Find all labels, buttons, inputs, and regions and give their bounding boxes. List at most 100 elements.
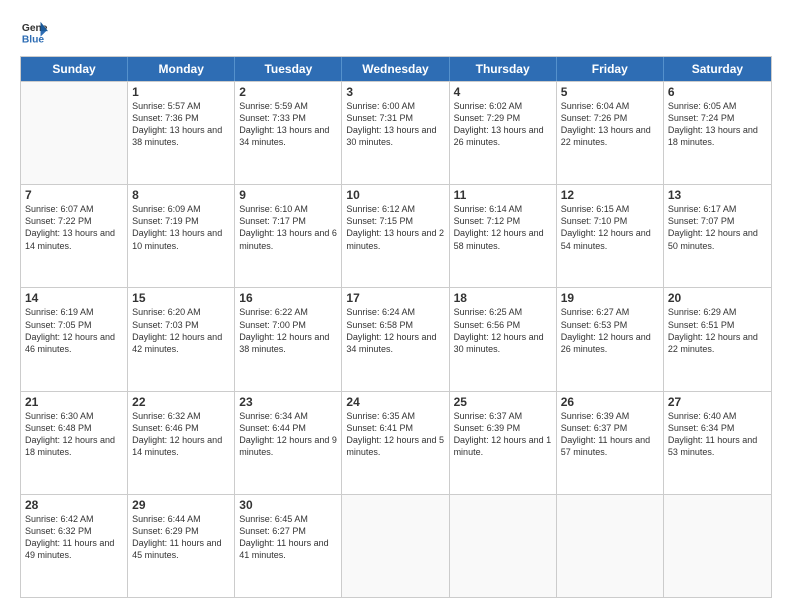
day-cell-27: 27Sunrise: 6:40 AMSunset: 6:34 PMDayligh… (664, 392, 771, 494)
calendar-body: 1Sunrise: 5:57 AMSunset: 7:36 PMDaylight… (21, 81, 771, 597)
cell-info: Sunrise: 6:20 AMSunset: 7:03 PMDaylight:… (132, 306, 230, 355)
cell-info: Sunrise: 6:14 AMSunset: 7:12 PMDaylight:… (454, 203, 552, 252)
day-cell-25: 25Sunrise: 6:37 AMSunset: 6:39 PMDayligh… (450, 392, 557, 494)
day-number: 28 (25, 498, 123, 512)
cell-info: Sunrise: 6:40 AMSunset: 6:34 PMDaylight:… (668, 410, 767, 459)
cell-info: Sunrise: 5:59 AMSunset: 7:33 PMDaylight:… (239, 100, 337, 149)
day-cell-30: 30Sunrise: 6:45 AMSunset: 6:27 PMDayligh… (235, 495, 342, 597)
cell-info: Sunrise: 6:19 AMSunset: 7:05 PMDaylight:… (25, 306, 123, 355)
day-number: 21 (25, 395, 123, 409)
day-cell-11: 11Sunrise: 6:14 AMSunset: 7:12 PMDayligh… (450, 185, 557, 287)
calendar-row-2: 14Sunrise: 6:19 AMSunset: 7:05 PMDayligh… (21, 287, 771, 390)
day-cell-9: 9Sunrise: 6:10 AMSunset: 7:17 PMDaylight… (235, 185, 342, 287)
weekday-header-wednesday: Wednesday (342, 57, 449, 81)
cell-info: Sunrise: 6:42 AMSunset: 6:32 PMDaylight:… (25, 513, 123, 562)
day-number: 15 (132, 291, 230, 305)
day-cell-4: 4Sunrise: 6:02 AMSunset: 7:29 PMDaylight… (450, 82, 557, 184)
day-cell-17: 17Sunrise: 6:24 AMSunset: 6:58 PMDayligh… (342, 288, 449, 390)
weekday-header-tuesday: Tuesday (235, 57, 342, 81)
day-number: 29 (132, 498, 230, 512)
day-number: 10 (346, 188, 444, 202)
calendar-row-0: 1Sunrise: 5:57 AMSunset: 7:36 PMDaylight… (21, 81, 771, 184)
cell-info: Sunrise: 6:45 AMSunset: 6:27 PMDaylight:… (239, 513, 337, 562)
weekday-header-sunday: Sunday (21, 57, 128, 81)
day-cell-12: 12Sunrise: 6:15 AMSunset: 7:10 PMDayligh… (557, 185, 664, 287)
day-number: 24 (346, 395, 444, 409)
day-number: 12 (561, 188, 659, 202)
empty-cell (21, 82, 128, 184)
weekday-header-thursday: Thursday (450, 57, 557, 81)
cell-info: Sunrise: 6:44 AMSunset: 6:29 PMDaylight:… (132, 513, 230, 562)
day-number: 5 (561, 85, 659, 99)
day-cell-24: 24Sunrise: 6:35 AMSunset: 6:41 PMDayligh… (342, 392, 449, 494)
cell-info: Sunrise: 6:39 AMSunset: 6:37 PMDaylight:… (561, 410, 659, 459)
day-number: 9 (239, 188, 337, 202)
cell-info: Sunrise: 6:34 AMSunset: 6:44 PMDaylight:… (239, 410, 337, 459)
cell-info: Sunrise: 6:27 AMSunset: 6:53 PMDaylight:… (561, 306, 659, 355)
empty-cell (342, 495, 449, 597)
day-number: 27 (668, 395, 767, 409)
day-cell-6: 6Sunrise: 6:05 AMSunset: 7:24 PMDaylight… (664, 82, 771, 184)
cell-info: Sunrise: 5:57 AMSunset: 7:36 PMDaylight:… (132, 100, 230, 149)
cell-info: Sunrise: 6:24 AMSunset: 6:58 PMDaylight:… (346, 306, 444, 355)
cell-info: Sunrise: 6:04 AMSunset: 7:26 PMDaylight:… (561, 100, 659, 149)
day-cell-20: 20Sunrise: 6:29 AMSunset: 6:51 PMDayligh… (664, 288, 771, 390)
day-number: 30 (239, 498, 337, 512)
day-cell-28: 28Sunrise: 6:42 AMSunset: 6:32 PMDayligh… (21, 495, 128, 597)
day-number: 22 (132, 395, 230, 409)
day-cell-13: 13Sunrise: 6:17 AMSunset: 7:07 PMDayligh… (664, 185, 771, 287)
day-number: 26 (561, 395, 659, 409)
day-cell-15: 15Sunrise: 6:20 AMSunset: 7:03 PMDayligh… (128, 288, 235, 390)
cell-info: Sunrise: 6:07 AMSunset: 7:22 PMDaylight:… (25, 203, 123, 252)
cell-info: Sunrise: 6:05 AMSunset: 7:24 PMDaylight:… (668, 100, 767, 149)
weekday-header-saturday: Saturday (664, 57, 771, 81)
logo-icon: General Blue (20, 18, 48, 46)
cell-info: Sunrise: 6:09 AMSunset: 7:19 PMDaylight:… (132, 203, 230, 252)
day-number: 7 (25, 188, 123, 202)
calendar: SundayMondayTuesdayWednesdayThursdayFrid… (20, 56, 772, 598)
cell-info: Sunrise: 6:30 AMSunset: 6:48 PMDaylight:… (25, 410, 123, 459)
cell-info: Sunrise: 6:25 AMSunset: 6:56 PMDaylight:… (454, 306, 552, 355)
day-number: 11 (454, 188, 552, 202)
empty-cell (450, 495, 557, 597)
calendar-row-1: 7Sunrise: 6:07 AMSunset: 7:22 PMDaylight… (21, 184, 771, 287)
cell-info: Sunrise: 6:35 AMSunset: 6:41 PMDaylight:… (346, 410, 444, 459)
day-number: 19 (561, 291, 659, 305)
weekday-header-monday: Monday (128, 57, 235, 81)
day-number: 16 (239, 291, 337, 305)
logo: General Blue (20, 18, 52, 46)
day-number: 14 (25, 291, 123, 305)
day-number: 25 (454, 395, 552, 409)
day-cell-7: 7Sunrise: 6:07 AMSunset: 7:22 PMDaylight… (21, 185, 128, 287)
cell-info: Sunrise: 6:02 AMSunset: 7:29 PMDaylight:… (454, 100, 552, 149)
day-number: 17 (346, 291, 444, 305)
day-cell-5: 5Sunrise: 6:04 AMSunset: 7:26 PMDaylight… (557, 82, 664, 184)
day-cell-10: 10Sunrise: 6:12 AMSunset: 7:15 PMDayligh… (342, 185, 449, 287)
weekday-header-friday: Friday (557, 57, 664, 81)
day-number: 2 (239, 85, 337, 99)
cell-info: Sunrise: 6:15 AMSunset: 7:10 PMDaylight:… (561, 203, 659, 252)
day-cell-19: 19Sunrise: 6:27 AMSunset: 6:53 PMDayligh… (557, 288, 664, 390)
day-cell-1: 1Sunrise: 5:57 AMSunset: 7:36 PMDaylight… (128, 82, 235, 184)
day-cell-26: 26Sunrise: 6:39 AMSunset: 6:37 PMDayligh… (557, 392, 664, 494)
page-header: General Blue (20, 18, 772, 46)
cell-info: Sunrise: 6:29 AMSunset: 6:51 PMDaylight:… (668, 306, 767, 355)
cell-info: Sunrise: 6:17 AMSunset: 7:07 PMDaylight:… (668, 203, 767, 252)
day-cell-18: 18Sunrise: 6:25 AMSunset: 6:56 PMDayligh… (450, 288, 557, 390)
day-cell-16: 16Sunrise: 6:22 AMSunset: 7:00 PMDayligh… (235, 288, 342, 390)
day-cell-3: 3Sunrise: 6:00 AMSunset: 7:31 PMDaylight… (342, 82, 449, 184)
day-number: 18 (454, 291, 552, 305)
cell-info: Sunrise: 6:32 AMSunset: 6:46 PMDaylight:… (132, 410, 230, 459)
cell-info: Sunrise: 6:10 AMSunset: 7:17 PMDaylight:… (239, 203, 337, 252)
calendar-header: SundayMondayTuesdayWednesdayThursdayFrid… (21, 57, 771, 81)
empty-cell (557, 495, 664, 597)
cell-info: Sunrise: 6:00 AMSunset: 7:31 PMDaylight:… (346, 100, 444, 149)
day-cell-22: 22Sunrise: 6:32 AMSunset: 6:46 PMDayligh… (128, 392, 235, 494)
day-cell-29: 29Sunrise: 6:44 AMSunset: 6:29 PMDayligh… (128, 495, 235, 597)
calendar-row-3: 21Sunrise: 6:30 AMSunset: 6:48 PMDayligh… (21, 391, 771, 494)
day-number: 13 (668, 188, 767, 202)
day-number: 20 (668, 291, 767, 305)
cell-info: Sunrise: 6:22 AMSunset: 7:00 PMDaylight:… (239, 306, 337, 355)
day-number: 4 (454, 85, 552, 99)
day-cell-21: 21Sunrise: 6:30 AMSunset: 6:48 PMDayligh… (21, 392, 128, 494)
